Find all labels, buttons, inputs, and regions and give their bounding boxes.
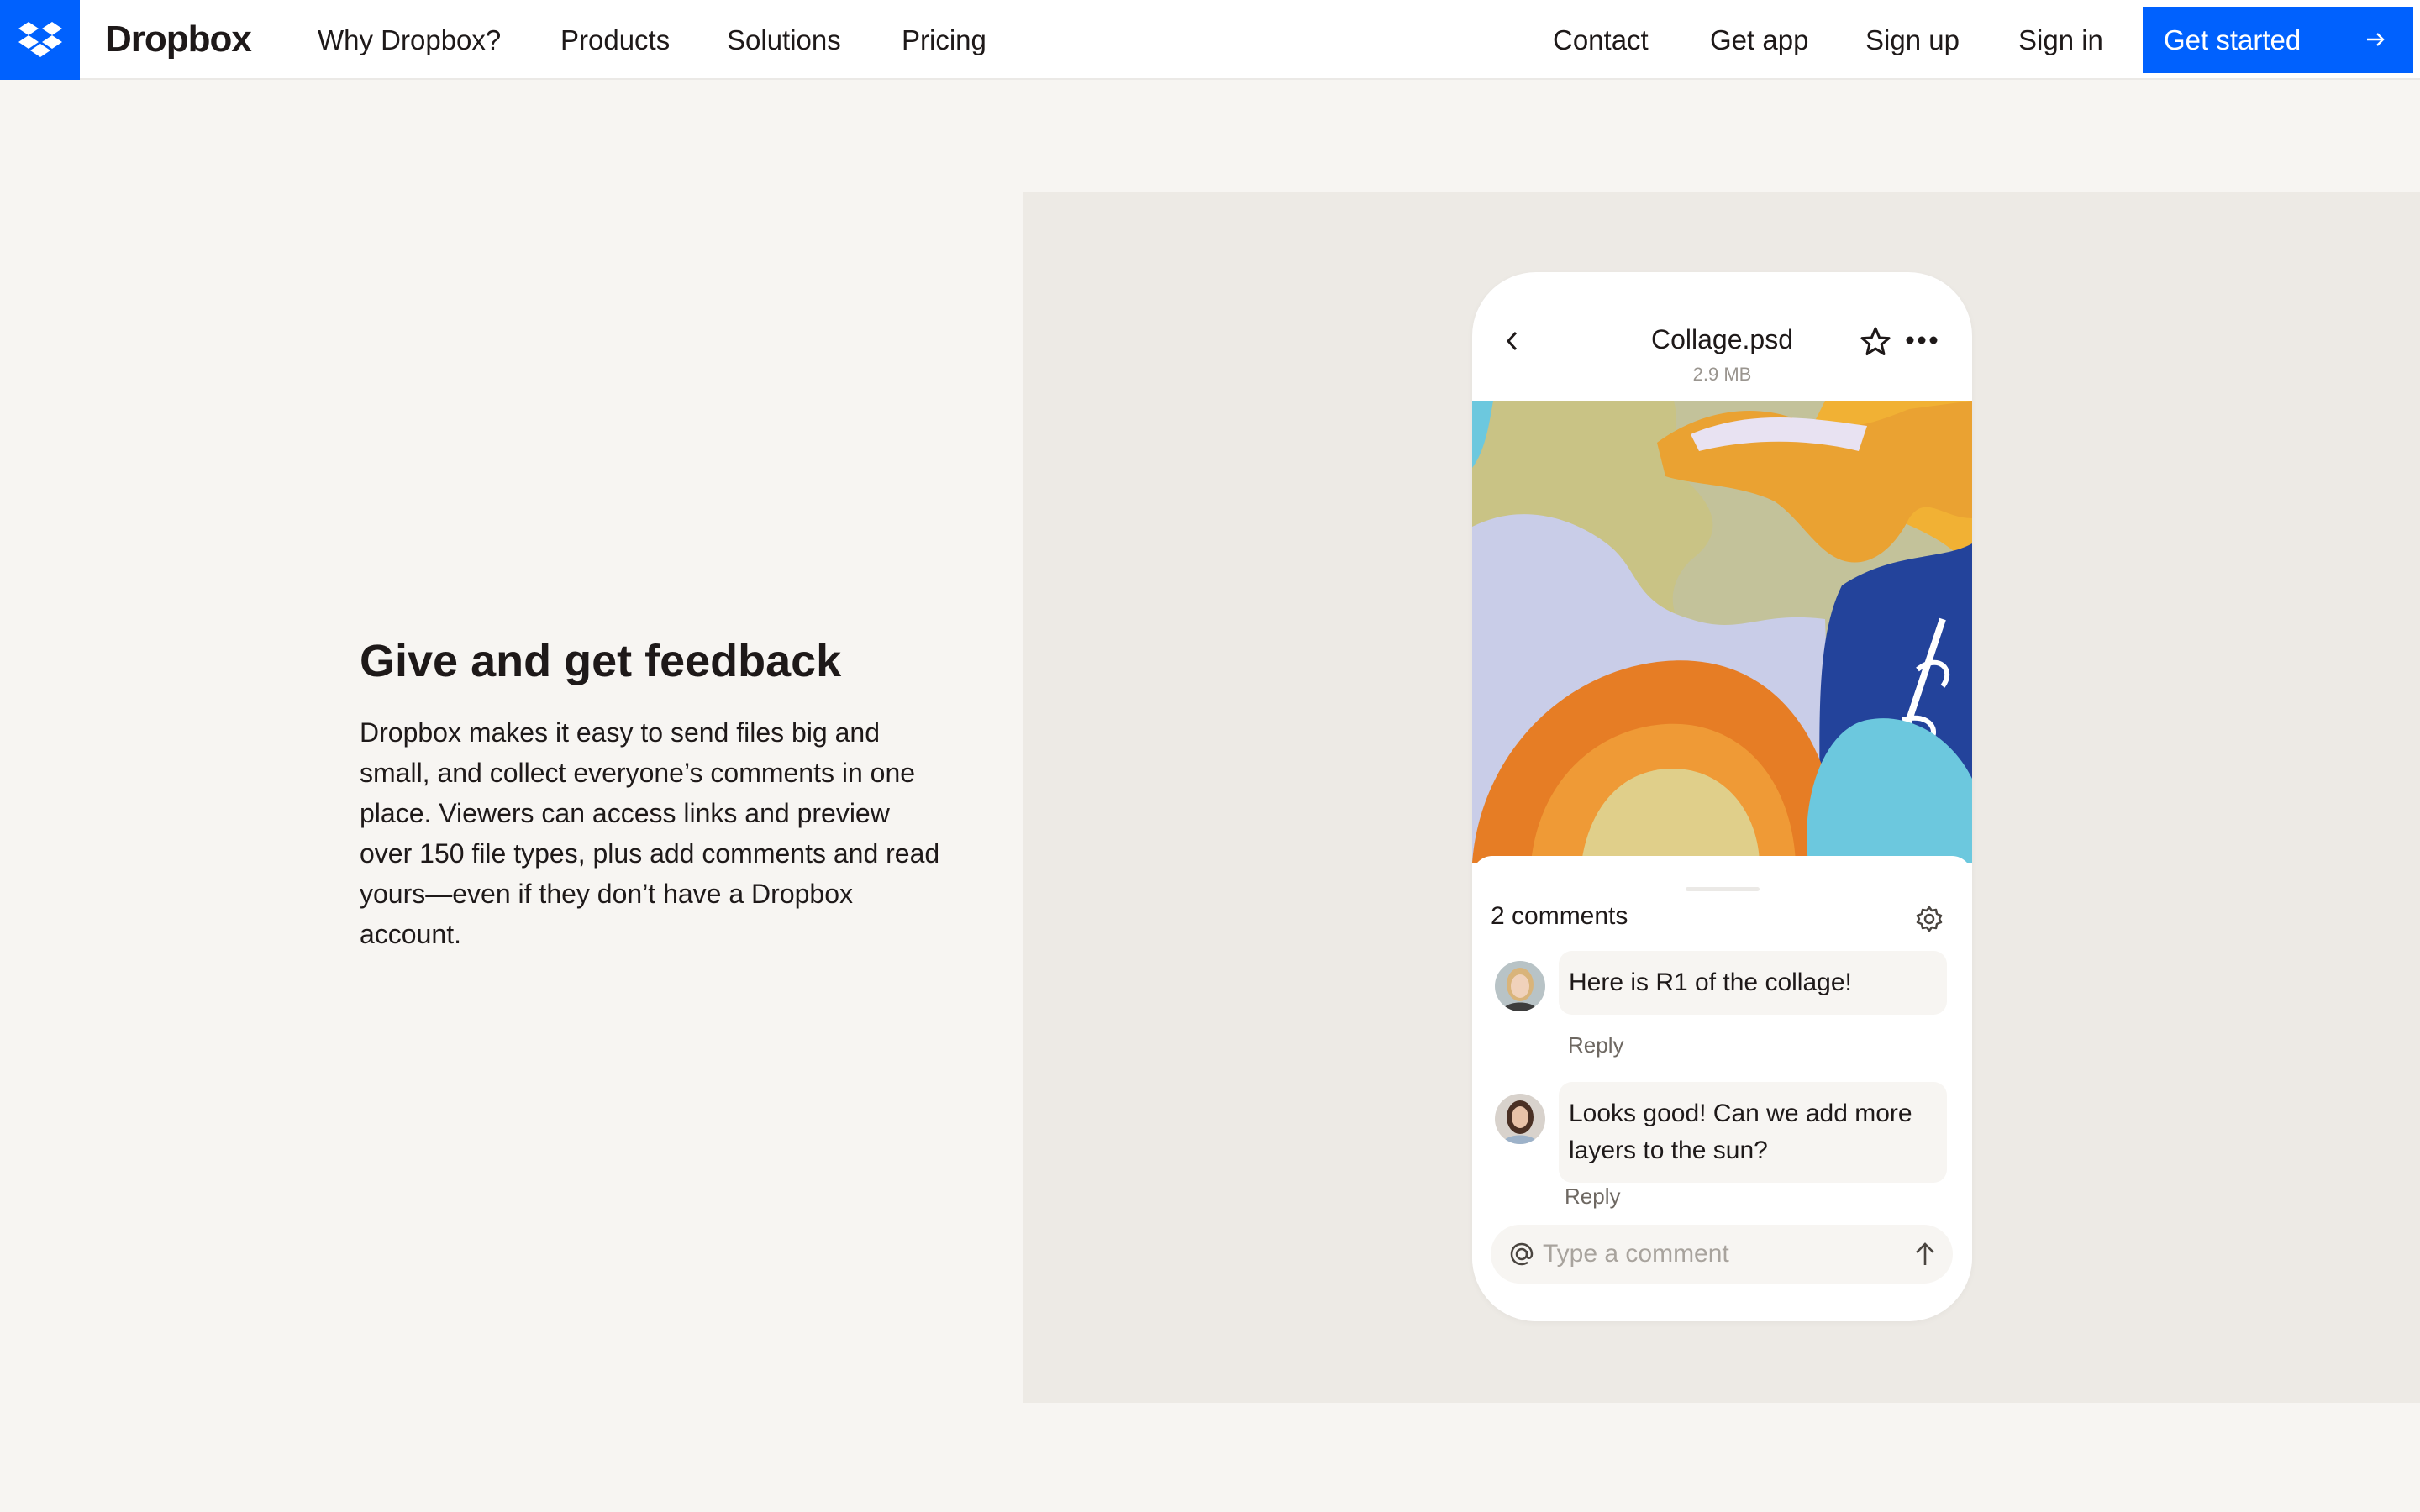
section-body: Dropbox makes it easy to send files big … bbox=[360, 717, 940, 949]
comments-count: 2 comments bbox=[1491, 902, 1628, 930]
dropbox-logo-icon[interactable] bbox=[0, 0, 80, 80]
reply-link[interactable]: Reply bbox=[1568, 1032, 1623, 1058]
comment-bubble: Looks good! Can we add more layers to th… bbox=[1559, 1082, 1947, 1183]
sheet-drag-handle[interactable] bbox=[1686, 887, 1760, 891]
comment-input[interactable] bbox=[1543, 1235, 1879, 1273]
avatar bbox=[1495, 961, 1545, 1011]
more-options-icon[interactable] bbox=[1905, 334, 1939, 350]
reply-link[interactable]: Reply bbox=[1565, 1183, 1620, 1210]
nav-link-sign-in[interactable]: Sign in bbox=[2018, 24, 2103, 57]
phone-mockup: Collage.psd 2.9 MB 2 comments Here is R1… bbox=[1472, 272, 1972, 1321]
comment-bubble: Here is R1 of the collage! bbox=[1559, 951, 1947, 1015]
mention-icon[interactable] bbox=[1507, 1240, 1536, 1273]
avatar bbox=[1495, 1094, 1545, 1144]
file-name: Collage.psd bbox=[1651, 324, 1793, 354]
nav-link-pricing[interactable]: Pricing bbox=[902, 24, 986, 57]
nav-link-get-app[interactable]: Get app bbox=[1710, 24, 1808, 57]
section-headline: Give and get feedback bbox=[360, 636, 842, 686]
get-started-button[interactable]: Get started bbox=[2143, 7, 2413, 73]
nav-link-solutions[interactable]: Solutions bbox=[727, 24, 841, 57]
comment-input-box bbox=[1491, 1225, 1953, 1284]
gear-icon[interactable] bbox=[1914, 904, 1944, 938]
collage-image bbox=[1472, 401, 1972, 863]
nav-link-why-dropbox[interactable]: Why Dropbox? bbox=[318, 24, 501, 57]
top-navigation: Dropbox Why Dropbox? Products Solutions … bbox=[0, 0, 2420, 80]
file-size: 2.9 MB bbox=[1692, 364, 1752, 385]
brand-wordmark[interactable]: Dropbox bbox=[105, 18, 252, 60]
arrow-up-icon[interactable] bbox=[1911, 1240, 1939, 1273]
get-started-label: Get started bbox=[2164, 24, 2302, 55]
arrow-right-icon bbox=[2363, 27, 2388, 59]
nav-link-products[interactable]: Products bbox=[560, 24, 670, 57]
nav-link-sign-up[interactable]: Sign up bbox=[1865, 24, 1960, 57]
nav-link-contact[interactable]: Contact bbox=[1553, 24, 1649, 57]
file-header: Collage.psd 2.9 MB bbox=[1472, 272, 1972, 401]
star-icon[interactable] bbox=[1859, 325, 1892, 363]
